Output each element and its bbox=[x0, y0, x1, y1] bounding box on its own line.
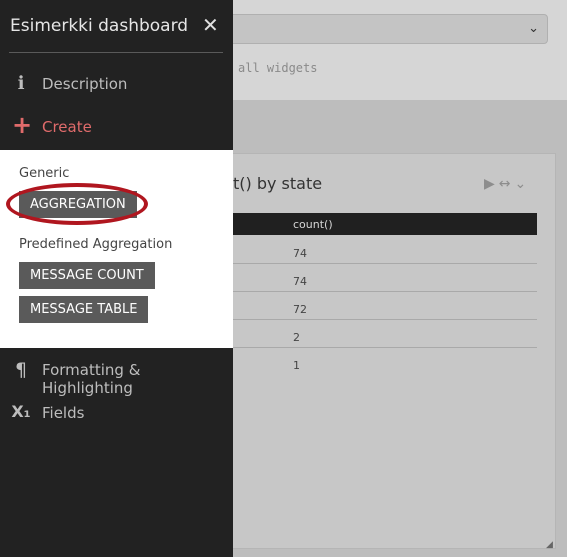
row-divider bbox=[220, 291, 537, 292]
background-hint: all widgets bbox=[238, 61, 318, 75]
table-cell: 74 bbox=[293, 275, 307, 288]
chevron-down-icon[interactable]: ⌄ bbox=[515, 176, 527, 192]
expand-horizontal-icon[interactable]: ↔ bbox=[499, 176, 511, 192]
close-icon[interactable]: ✕ bbox=[202, 13, 219, 37]
message-table-button[interactable]: MESSAGE TABLE bbox=[19, 296, 149, 323]
info-icon: ℹ bbox=[17, 73, 25, 94]
group-label-predefined: Predefined Aggregation bbox=[19, 237, 173, 252]
sidebar-item-label: Create bbox=[42, 118, 92, 136]
create-panel: Generic AGGREGATION Predefined Aggregati… bbox=[0, 150, 233, 348]
widget-select[interactable]: ⌄ bbox=[220, 14, 548, 44]
divider bbox=[9, 52, 223, 53]
table-cell: 74 bbox=[293, 247, 307, 260]
row-divider bbox=[220, 319, 537, 320]
sidebar-item-label: Description bbox=[42, 75, 128, 93]
resize-handle-icon[interactable]: ◢ bbox=[546, 540, 553, 550]
column-header-count: count() bbox=[293, 218, 333, 231]
group-label-generic: Generic bbox=[19, 166, 70, 181]
table-cell: 2 bbox=[293, 331, 300, 344]
sidebar: Esimerkki dashboard ✕ ℹ Description + Cr… bbox=[0, 0, 233, 557]
sidebar-item-formatting[interactable]: ¶ Formatting & Highlighting bbox=[0, 350, 233, 397]
sidebar-title: Esimerkki dashboard bbox=[10, 16, 189, 36]
highlight-ring bbox=[6, 183, 148, 225]
sidebar-item-description[interactable]: ℹ Description bbox=[0, 64, 233, 104]
chevron-down-icon: ⌄ bbox=[528, 21, 539, 36]
table-cell: 72 bbox=[293, 303, 307, 316]
widget-title: t() by state bbox=[233, 174, 323, 193]
row-divider bbox=[220, 263, 537, 264]
table-cell: 1 bbox=[293, 359, 300, 372]
sidebar-item-fields[interactable]: X₁ Fields bbox=[0, 393, 233, 433]
sidebar-item-label: Fields bbox=[42, 404, 85, 422]
play-icon[interactable]: ▶ bbox=[484, 176, 495, 192]
message-count-button[interactable]: MESSAGE COUNT bbox=[19, 262, 155, 289]
subscript-icon: X₁ bbox=[11, 402, 31, 421]
paragraph-icon: ¶ bbox=[14, 359, 28, 381]
sidebar-item-label: Formatting & Highlighting bbox=[42, 361, 141, 397]
plus-icon: + bbox=[12, 111, 33, 139]
widget-controls: ▶ ↔ ⌄ bbox=[484, 176, 526, 192]
table-header bbox=[220, 213, 537, 235]
row-divider bbox=[220, 347, 537, 348]
sidebar-item-create[interactable]: + Create bbox=[0, 107, 233, 147]
